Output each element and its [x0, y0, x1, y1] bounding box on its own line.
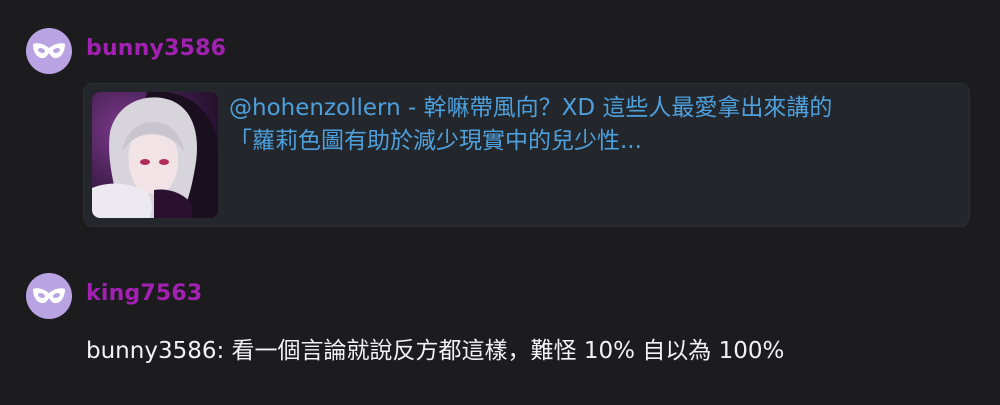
avatar[interactable]: [26, 273, 72, 319]
username[interactable]: bunny3586: [86, 36, 226, 61]
link-thumbnail[interactable]: [92, 92, 218, 218]
link-preview-card[interactable]: @hohenzollern - 幹嘛帶風向？XD 這些人最愛拿出來講的 「蘿莉色…: [83, 83, 970, 227]
link-title[interactable]: @hohenzollern - 幹嘛帶風向？XD 這些人最愛拿出來講的 「蘿莉色…: [229, 92, 959, 158]
comment-text: bunny3586: 看一個言論就說反方都這樣，難怪 10% 自以為 100%: [86, 338, 785, 364]
username[interactable]: king7563: [86, 281, 202, 306]
avatar[interactable]: [26, 28, 72, 74]
link-title-line: 「蘿莉色圖有助於減少現實中的兒少性...: [229, 128, 642, 154]
link-title-line: @hohenzollern - 幹嘛帶風向？XD 這些人最愛拿出來講的: [229, 95, 833, 121]
masquerade-mask-icon: [33, 43, 65, 59]
masquerade-mask-icon: [33, 288, 65, 304]
